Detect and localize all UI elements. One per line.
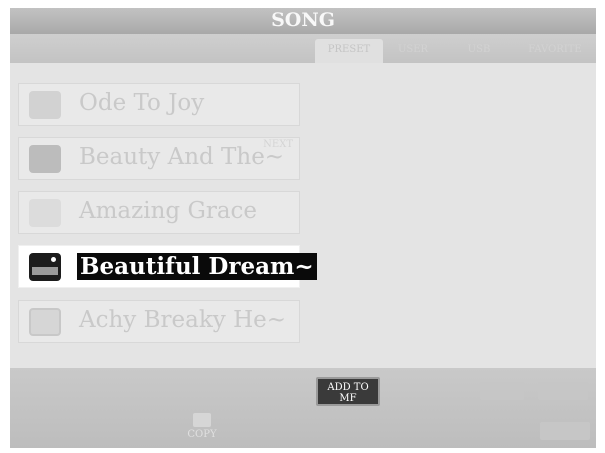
close-button-faint[interactable] xyxy=(540,422,590,440)
crown-icon xyxy=(29,91,61,119)
add-to-mf-label: ADD TO MF xyxy=(327,382,369,404)
music-icon xyxy=(29,199,61,227)
next-label: NEXT xyxy=(263,139,293,150)
night-scene-icon xyxy=(29,253,61,281)
title-bar: SONG xyxy=(10,8,596,34)
tab-preset[interactable]: PRESET xyxy=(315,39,383,63)
song-list: Ode To Joy Beauty And The~ NEXT Amazing … xyxy=(10,63,596,368)
bottom-control-bar xyxy=(10,368,596,448)
tab-favorite[interactable]: FAVORITE xyxy=(519,39,591,63)
song-item-beauty-and-the-beast[interactable]: Beauty And The~ NEXT xyxy=(18,137,300,180)
menu-button-faint[interactable] xyxy=(480,382,524,400)
tab-user[interactable]: USER xyxy=(387,39,439,63)
rose-icon xyxy=(29,145,61,173)
song-item-ode-to-joy[interactable]: Ode To Joy xyxy=(18,83,300,126)
portrait-icon xyxy=(29,308,61,336)
song-name: Beautiful Dream~ xyxy=(77,253,317,280)
copy-icon xyxy=(193,413,211,427)
tab-usb[interactable]: USB xyxy=(443,39,515,63)
save-button-faint[interactable] xyxy=(538,382,588,400)
copy-button[interactable]: COPY xyxy=(177,411,227,445)
tab-bar: PRESET USER USB FAVORITE xyxy=(10,34,596,63)
copy-label: COPY xyxy=(187,429,217,440)
song-name: Achy Breaky He~ xyxy=(79,307,287,333)
song-name: Beauty And The~ xyxy=(79,144,285,170)
song-name: Ode To Joy xyxy=(79,90,205,116)
song-item-achy-breaky-heart[interactable]: Achy Breaky He~ xyxy=(18,300,300,343)
add-to-mf-button[interactable]: ADD TO MF xyxy=(316,377,380,406)
song-item-beautiful-dreamer[interactable]: Beautiful Dream~ xyxy=(18,245,317,288)
song-item-amazing-grace[interactable]: Amazing Grace xyxy=(18,191,300,234)
song-screen: SONG PRESET USER USB FAVORITE Ode To Joy… xyxy=(10,8,596,448)
song-name: Amazing Grace xyxy=(79,198,258,224)
page-title: SONG xyxy=(271,9,335,31)
